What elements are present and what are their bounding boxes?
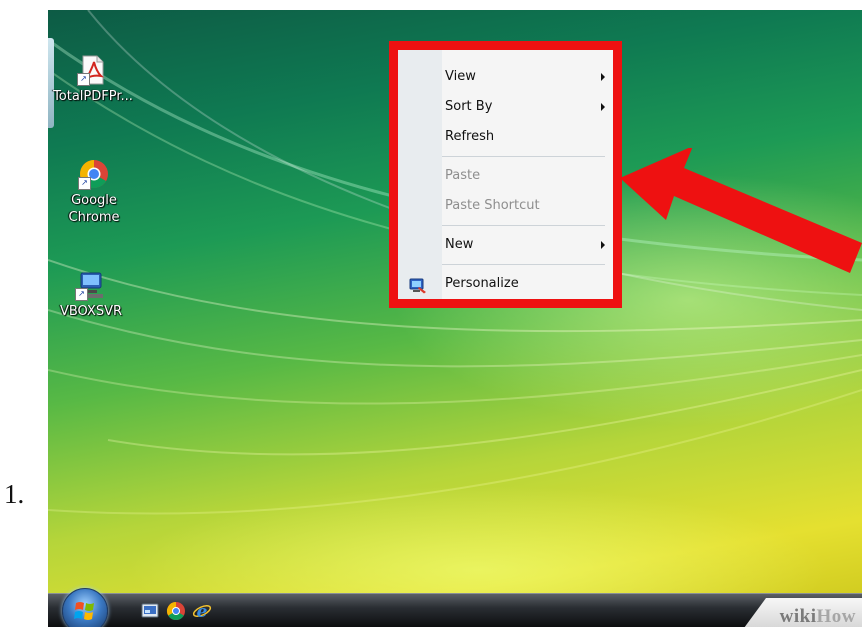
wikihow-watermark: wikiHow [780, 606, 856, 627]
menu-separator [442, 225, 605, 226]
menu-item-label: Sort By [445, 99, 493, 114]
menu-item-label: Paste [445, 168, 481, 183]
list-number: 1. [4, 479, 25, 509]
submenu-arrow-icon [601, 241, 605, 249]
svg-text:e: e [197, 602, 208, 621]
menu-item-refresh[interactable]: Refresh [398, 122, 613, 152]
menu-item-label: View [445, 69, 476, 84]
desktop-icon-label: Google Chrome [68, 193, 120, 225]
menu-item-sort-by[interactable]: Sort By [398, 92, 613, 122]
shortcut-arrow-icon: ↗ [75, 288, 88, 301]
menu-item-label: New [445, 237, 474, 252]
menu-item-paste: Paste [398, 161, 613, 191]
internet-explorer-icon[interactable]: e [192, 601, 212, 622]
show-desktop-icon[interactable] [140, 601, 160, 621]
watermark-tab: wikiHow [744, 598, 862, 627]
watermark-part-1: wiki [779, 606, 817, 627]
personalize-icon [409, 276, 427, 294]
watermark-part-2: How [816, 606, 856, 627]
desktop-icon-label: VBOXSVR [59, 304, 123, 319]
annotation-arrow [620, 148, 862, 273]
context-menu: View Sort By Refresh Paste Paste Shortcu… [398, 50, 613, 299]
desktop-icon-vboxsvr[interactable]: ↗ VBOXSVR [48, 269, 136, 320]
chrome-icon[interactable] [166, 601, 186, 621]
shortcut-arrow-icon: ↗ [78, 177, 91, 190]
menu-item-label: Paste Shortcut [445, 198, 540, 213]
desktop-screenshot: ↗ TotalPDFPr... ↗ Google Chrome ↗ VBOXSV… [48, 10, 862, 627]
network-drive-icon: ↗ [75, 269, 107, 301]
menu-separator [442, 156, 605, 157]
menu-item-new[interactable]: New [398, 230, 613, 260]
taskbar: e wikiHow [48, 588, 862, 627]
menu-item-paste-shortcut: Paste Shortcut [398, 191, 613, 221]
desktop-icon-label: TotalPDFPr... [53, 89, 133, 104]
menu-item-personalize[interactable]: Personalize [398, 269, 613, 299]
start-button[interactable] [62, 588, 108, 627]
pdf-document-icon: ↗ [77, 54, 109, 86]
menu-item-label: Personalize [445, 276, 519, 291]
desktop-icon-totalpdf[interactable]: ↗ TotalPDFPr... [48, 54, 138, 105]
menu-item-label: Refresh [445, 129, 495, 144]
highlight-frame: View Sort By Refresh Paste Paste Shortcu… [389, 41, 622, 308]
shortcut-arrow-icon: ↗ [77, 73, 90, 86]
menu-separator [442, 264, 605, 265]
windows-logo-icon [74, 602, 94, 620]
chrome-icon: ↗ [78, 158, 110, 190]
desktop-icon-google-chrome[interactable]: ↗ Google Chrome [49, 158, 139, 226]
menu-item-view[interactable]: View [398, 62, 613, 92]
submenu-arrow-icon [601, 103, 605, 111]
submenu-arrow-icon [601, 73, 605, 81]
